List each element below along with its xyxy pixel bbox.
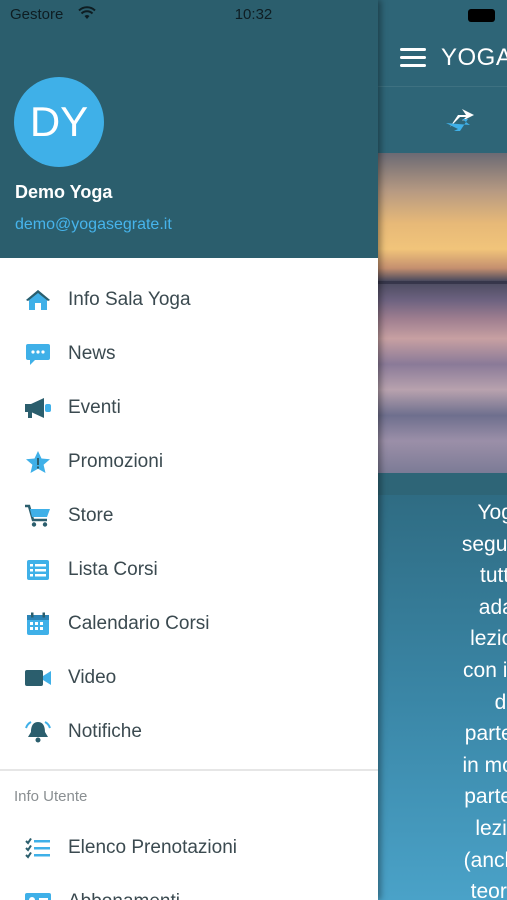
- bell-icon: [24, 720, 52, 744]
- menu-item-video[interactable]: Video: [0, 651, 378, 705]
- hero-image: [378, 153, 507, 473]
- calendar-icon: [24, 612, 52, 636]
- main-menu: Info Sala Yoga News Eventi Promozioni St…: [0, 273, 378, 759]
- menu-item-label: Store: [68, 505, 114, 526]
- intro-text-line: tutti la: [479, 564, 507, 588]
- menu-item-eventi[interactable]: Eventi: [0, 381, 378, 435]
- menu-toggle-button[interactable]: [400, 48, 426, 68]
- user-menu: Elenco Prenotazioni Abbonamenti: [0, 821, 378, 900]
- intro-text-line: partecipa: [464, 722, 507, 746]
- menu-item-label: Promozioni: [68, 451, 164, 472]
- menu-item-news[interactable]: News: [0, 327, 378, 381]
- intro-text-line: adatto: [478, 595, 507, 619]
- menu-item-label: Calendario Corsi: [68, 613, 210, 634]
- intro-text: YogaS seguendo tutti la adatto lezioni s con …: [378, 495, 507, 900]
- menu-item-notifiche[interactable]: Notifiche: [0, 705, 378, 759]
- menu-item-label: News: [68, 343, 116, 364]
- menu-item-calendario-corsi[interactable]: Calendario Corsi: [0, 597, 378, 651]
- intro-text-line: div: [494, 690, 507, 714]
- menu-item-promozioni[interactable]: Promozioni: [0, 435, 378, 489]
- menu-item-store[interactable]: Store: [0, 489, 378, 543]
- chat-icon: [24, 342, 52, 366]
- video-camera-icon: [24, 666, 52, 690]
- intro-text-line: lezioni,: [475, 816, 507, 840]
- star-badge-icon: [24, 450, 52, 474]
- intro-text-line: teoria ai: [470, 880, 507, 900]
- intro-text-line: (anche re: [463, 848, 507, 872]
- sub-header: [378, 86, 507, 153]
- home-icon: [24, 288, 52, 312]
- menu-item-label: Eventi: [68, 397, 121, 418]
- user-email: demo@yogasegrate.it: [15, 216, 172, 233]
- user-name: Demo Yoga: [15, 182, 113, 202]
- id-card-icon: [24, 890, 52, 900]
- status-bar-clock: 10:32: [234, 6, 273, 23]
- menu-item-label: Elenco Prenotazioni: [68, 837, 237, 858]
- menu-item-label: Info Sala Yoga: [68, 289, 191, 310]
- avatar[interactable]: DY: [14, 77, 104, 167]
- menu-item-label: Lista Corsi: [68, 559, 158, 580]
- menu-item-label: Abbonamenti: [68, 891, 180, 900]
- intro-text-line: in modo c: [462, 753, 507, 777]
- menu-item-info-sala-yoga[interactable]: Info Sala Yoga: [0, 273, 378, 327]
- intro-text-line: YogaS: [477, 501, 507, 524]
- main-content-panel: YOGA YogaS seguendo tutti la adatto lezioni …: [378, 0, 507, 900]
- list-icon: [24, 558, 52, 582]
- intro-text-line: parte di a: [464, 785, 507, 809]
- drawer-header: Gestore DY Demo Yoga demo@yogasegrate.it: [0, 0, 378, 258]
- app-header: YOGA: [378, 30, 507, 86]
- checklist-icon: [24, 836, 52, 860]
- section-title-label: Info Utente: [14, 788, 88, 805]
- menu-item-abbonamenti[interactable]: Abbonamenti: [0, 875, 378, 900]
- intro-text-line: lezioni s: [470, 627, 507, 651]
- menu-item-lista-corsi[interactable]: Lista Corsi: [0, 543, 378, 597]
- intro-paragraph: YogaS seguendo tutti la adatto lezioni s con …: [378, 495, 507, 900]
- menu-item-label: Notifiche: [68, 721, 142, 742]
- menu-item-label: Video: [68, 667, 117, 688]
- sync-icon[interactable]: [442, 105, 478, 135]
- intro-text-line: con inseg: [463, 658, 507, 682]
- menu-item-elenco-prenotazioni[interactable]: Elenco Prenotazioni: [0, 821, 378, 875]
- section-title-info-utente: Info Utente: [0, 771, 378, 821]
- navigation-drawer: Gestore DY Demo Yoga demo@yogasegrate.it…: [0, 0, 378, 900]
- megaphone-icon: [24, 396, 52, 420]
- intro-text-line: seguendo: [461, 532, 507, 556]
- cart-icon: [24, 504, 52, 528]
- app-title: YOGA: [441, 44, 507, 71]
